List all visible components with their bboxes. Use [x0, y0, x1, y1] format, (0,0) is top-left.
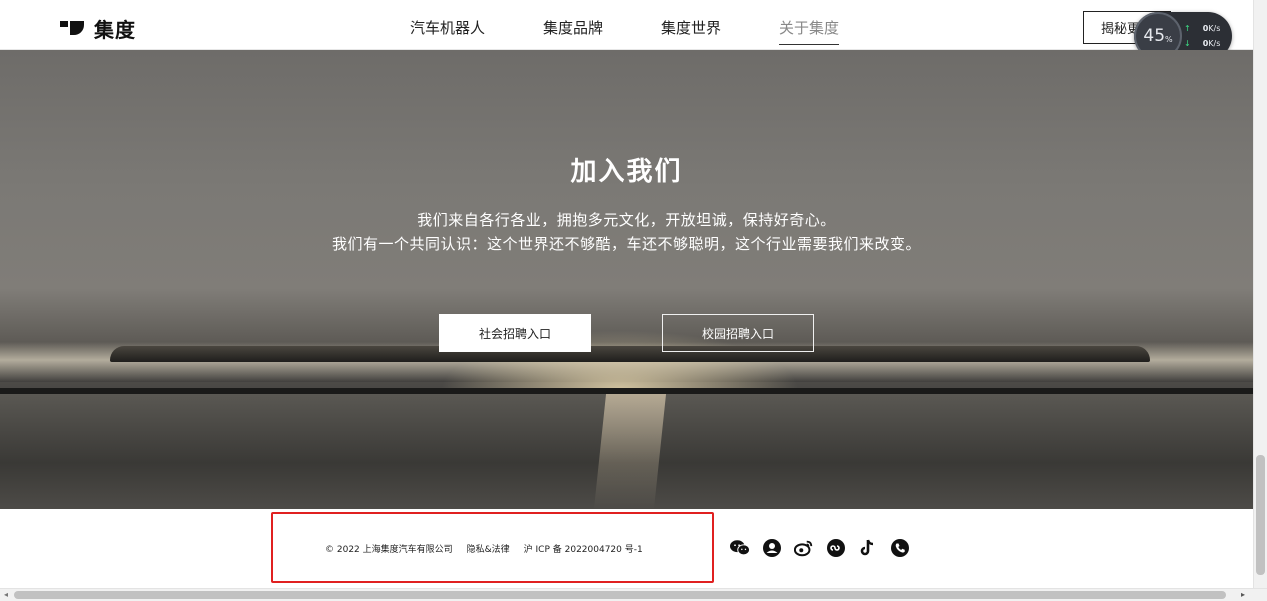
campus-recruitment-button[interactable]: 校园招聘入口 — [662, 314, 814, 352]
percent-unit: % — [1165, 34, 1173, 44]
privacy-legal-link[interactable]: 隐私&法律 — [467, 542, 510, 555]
horizontal-scrollbar[interactable]: ◂ ▸ — [0, 588, 1267, 601]
nav-item-brand[interactable]: 集度品牌 — [543, 17, 603, 45]
top-nav: 集度 汽车机器人 集度品牌 集度世界 关于集度 揭秘更多 — [0, 0, 1253, 50]
copyright-text: © 2022 上海集度汽车有限公司 — [325, 545, 453, 555]
nav-item-world[interactable]: 集度世界 — [661, 17, 721, 45]
hero-spoiler-shape — [110, 346, 1150, 362]
social-links — [730, 538, 910, 558]
hero-subtitle-line-1: 我们来自各行各业，拥抱多元文化，开放坦诚，保持好奇心。 — [417, 211, 836, 229]
upload-arrow-icon: ↑ — [1184, 24, 1191, 33]
phone-icon[interactable] — [890, 538, 910, 558]
footer-legal: © 2022 上海集度汽车有限公司 隐私&法律 沪 ICP 备 20220047… — [325, 542, 643, 555]
page: 集度 汽车机器人 集度品牌 集度世界 关于集度 揭秘更多 45% ↑ 0K/s … — [0, 0, 1267, 601]
memory-percent: 45 — [1143, 26, 1166, 46]
scroll-right-arrow-icon[interactable]: ▸ — [1241, 590, 1245, 599]
main-menu: 汽车机器人 集度品牌 集度世界 关于集度 — [410, 17, 840, 45]
footer: © 2022 上海集度汽车有限公司 隐私&法律 沪 ICP 备 20220047… — [0, 509, 1253, 588]
vertical-scrollbar[interactable] — [1253, 0, 1267, 588]
nav-item-about[interactable]: 关于集度 — [779, 17, 840, 45]
hero-title: 加入我们 — [570, 157, 683, 187]
tiktok-icon[interactable] — [858, 538, 878, 558]
weibo-icon[interactable] — [794, 538, 814, 558]
logo-text: 集度 — [94, 17, 136, 42]
download-unit: K/s — [1208, 39, 1221, 48]
download-arrow-icon: ↓ — [1184, 39, 1191, 48]
nav-item-car-robot[interactable]: 汽车机器人 — [410, 17, 485, 45]
join-us-hero: 加入我们 我们来自各行各业，拥抱多元文化，开放坦诚，保持好奇心。 我们有一个共同… — [0, 50, 1253, 509]
wechat-icon[interactable] — [730, 538, 750, 558]
vertical-scroll-thumb[interactable] — [1256, 455, 1265, 575]
brand-logo[interactable]: 集度 — [60, 16, 136, 42]
upload-speed: ↑ 0K/s — [1184, 24, 1228, 33]
hero-light-reflection — [593, 394, 667, 509]
download-speed: ↓ 0K/s — [1184, 39, 1228, 48]
hero-subtitle-line-2: 我们有一个共同认识：这个世界还不够酷，车还不够聪明，这个行业需要我们来改变。 — [331, 235, 921, 253]
upload-unit: K/s — [1208, 24, 1221, 33]
horizontal-scroll-thumb[interactable] — [14, 591, 1226, 599]
user-icon[interactable] — [762, 538, 782, 558]
icp-link[interactable]: 沪 ICP 备 2022004720 号-1 — [524, 542, 643, 555]
scroll-left-arrow-icon[interactable]: ◂ — [4, 590, 8, 599]
social-recruitment-button[interactable]: 社会招聘入口 — [439, 314, 591, 352]
logo-mark-icon — [60, 19, 86, 37]
miniprogram-icon[interactable] — [826, 538, 846, 558]
